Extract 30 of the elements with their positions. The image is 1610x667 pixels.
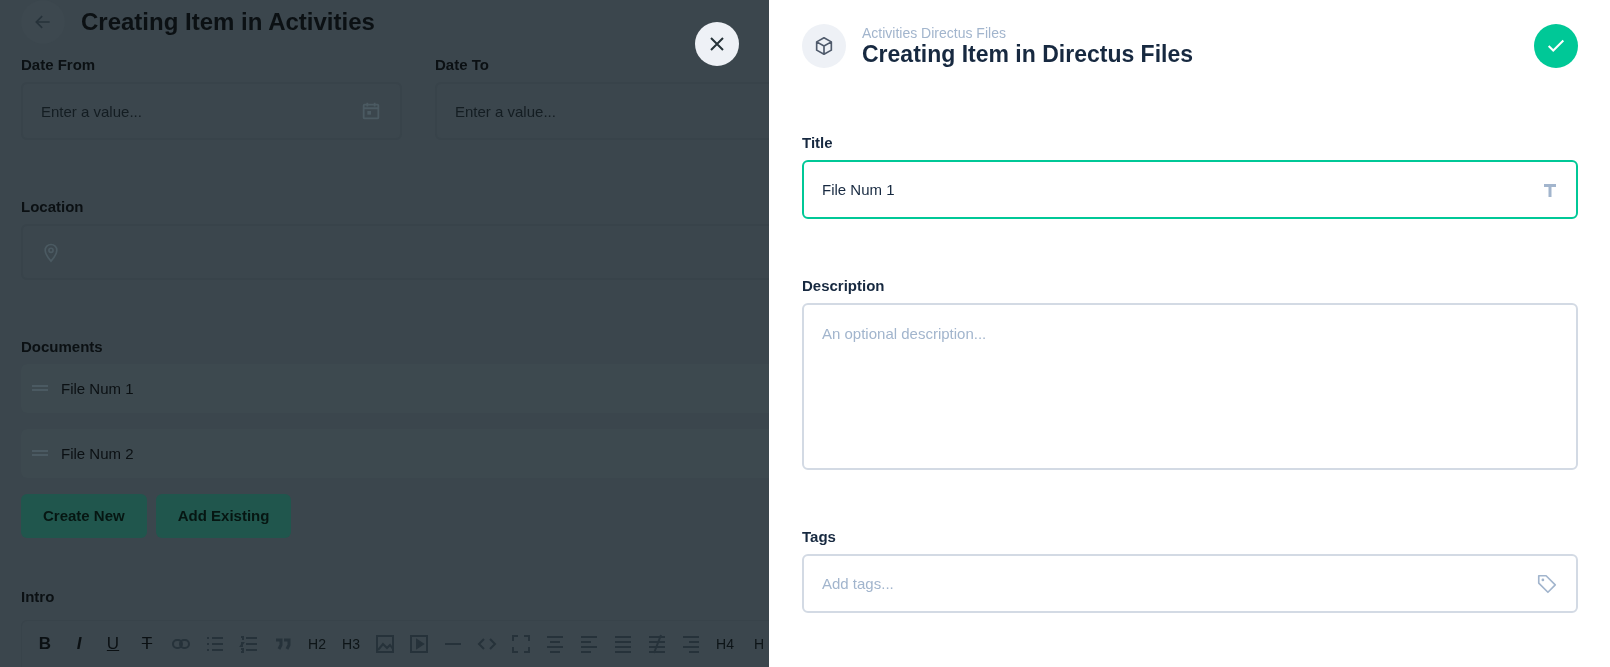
title-input[interactable]: File Num 1 bbox=[802, 160, 1578, 219]
placeholder-text: Add tags... bbox=[822, 575, 895, 592]
document-name: File Num 2 bbox=[61, 444, 134, 462]
document-name: File Num 1 bbox=[61, 379, 134, 397]
breadcrumb: Activities Directus Files bbox=[862, 24, 1007, 41]
text-type-icon bbox=[1542, 181, 1558, 198]
action-button[interactable]: Create New bbox=[21, 493, 147, 538]
drawer-title: Creating Item in Directus Files bbox=[862, 40, 1195, 68]
field-label: Title bbox=[802, 134, 834, 151]
toolbar-button[interactable]: U bbox=[103, 633, 123, 654]
toolbar-button[interactable]: I bbox=[69, 633, 89, 654]
toolbar-button[interactable]: B bbox=[35, 633, 55, 654]
description-field[interactable]: An optional description... bbox=[802, 303, 1578, 470]
action-button[interactable]: Add Existing bbox=[155, 493, 292, 538]
field-label: Intro bbox=[21, 587, 56, 605]
tag-icon bbox=[1536, 572, 1558, 595]
field-label: Tags bbox=[802, 528, 837, 545]
field-label: Description bbox=[802, 277, 886, 294]
cube-icon bbox=[802, 24, 846, 68]
tags-field[interactable]: Add tags... bbox=[802, 554, 1578, 613]
field-label: Date To bbox=[435, 56, 490, 73]
close-icon bbox=[708, 35, 726, 53]
placeholder-text: An optional description... bbox=[822, 325, 988, 342]
toolbar-button[interactable]: T bbox=[137, 633, 157, 654]
field-label: Date From bbox=[21, 56, 97, 73]
input-value: File Num 1 bbox=[822, 181, 896, 198]
page-title: Creating Item in Activities bbox=[81, 8, 375, 36]
field-label: Location bbox=[21, 198, 85, 215]
field-label: Documents bbox=[21, 337, 104, 355]
save-button[interactable] bbox=[1534, 24, 1578, 68]
